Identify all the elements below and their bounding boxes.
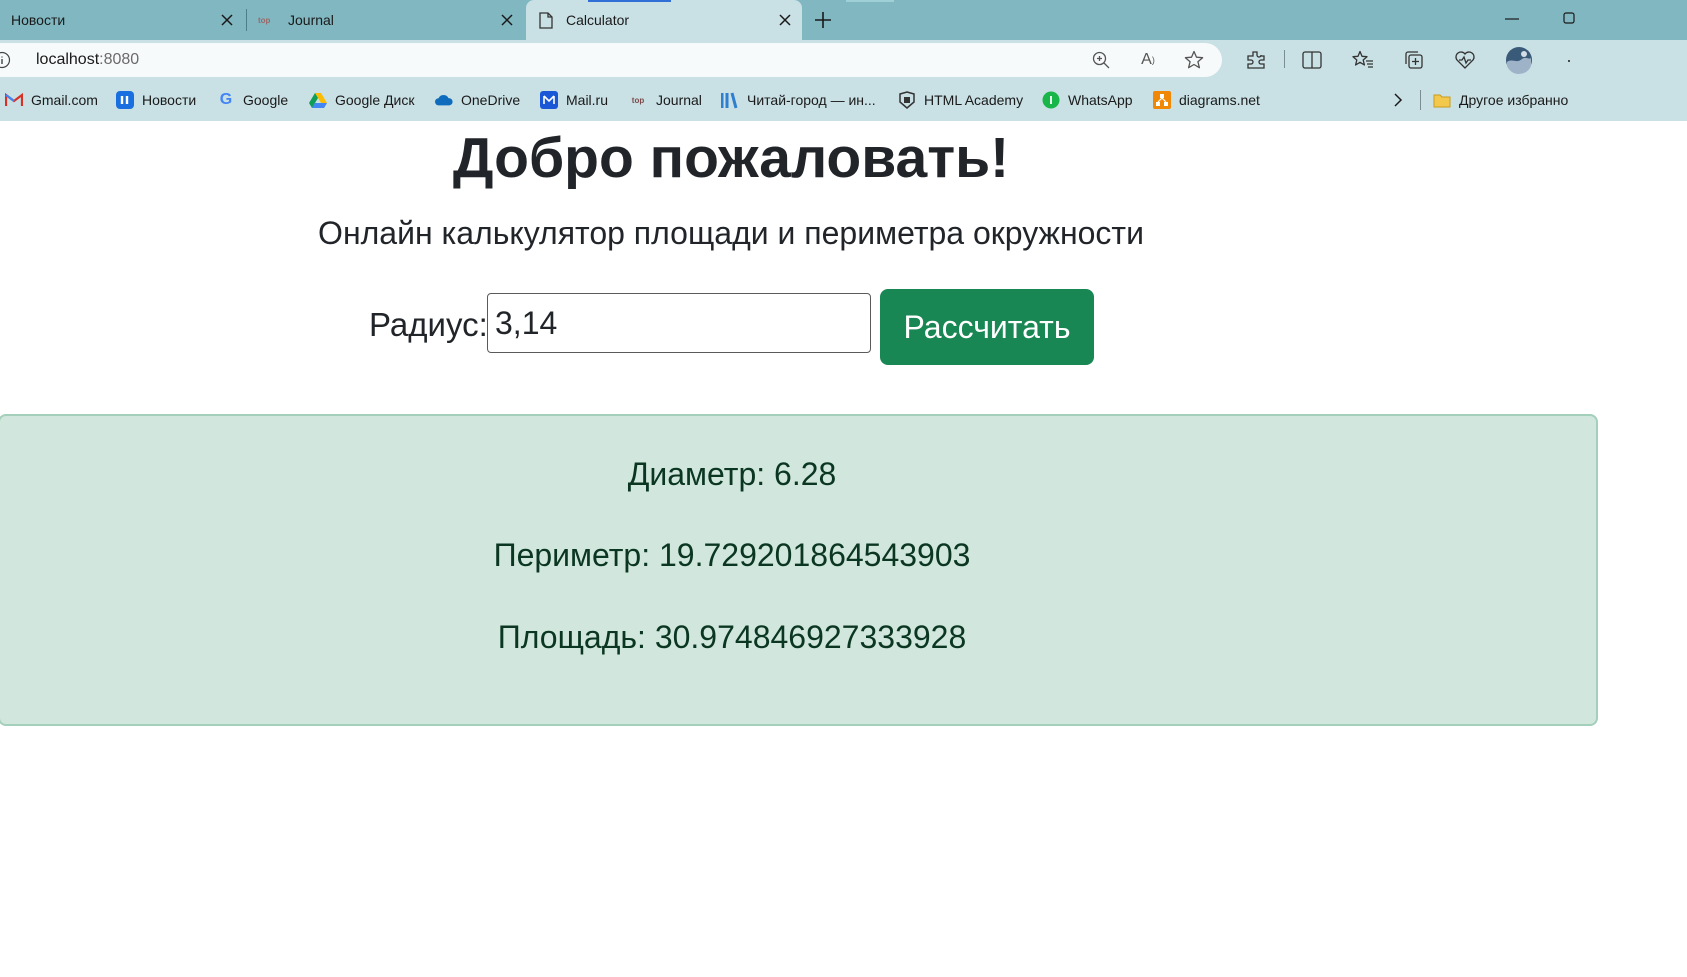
close-icon[interactable]: [216, 9, 238, 31]
toolbar-divider: [1284, 50, 1285, 68]
bookmark-html-academy[interactable]: HTML Academy: [898, 89, 1023, 111]
browser-toolbar: localhost:8080 A) ·: [0, 40, 1687, 80]
bookmark-onedrive[interactable]: OneDrive: [435, 89, 520, 111]
radius-label: Радиус:: [369, 306, 488, 343]
chitai-gorod-icon: [721, 91, 739, 109]
mailru-icon: [540, 91, 558, 109]
perimeter-result: Периметр: 19.729201864543903: [493, 537, 971, 573]
news-icon: [116, 91, 134, 109]
bookmark-other-favorites[interactable]: Другое избранно: [1433, 89, 1568, 111]
folder-icon: [1433, 91, 1451, 109]
google-icon: G: [219, 91, 233, 108]
bookmark-google[interactable]: G Google: [217, 89, 288, 111]
minimize-button[interactable]: [1498, 8, 1526, 30]
new-tab-button[interactable]: [809, 6, 837, 34]
bookmarks-overflow-chevron-icon[interactable]: [1393, 89, 1403, 111]
page-title: Добро пожаловать!: [452, 126, 1010, 190]
collections-icon[interactable]: [1399, 45, 1429, 75]
radius-input[interactable]: [487, 293, 871, 353]
close-icon[interactable]: [496, 9, 518, 31]
calculate-button[interactable]: Рассчитать: [880, 289, 1094, 365]
bookmark-google-drive[interactable]: Google Диск: [309, 89, 414, 111]
bookmark-journal[interactable]: top Journal: [628, 89, 702, 111]
favorites-icon[interactable]: [1348, 45, 1378, 75]
google-drive-icon: [309, 91, 327, 109]
bookmark-news[interactable]: Новости: [116, 89, 196, 111]
gmail-icon: [5, 91, 23, 109]
page-content: Добро пожаловать! Онлайн калькулятор пло…: [0, 121, 1687, 977]
avatar[interactable]: [1504, 45, 1534, 75]
address-text[interactable]: localhost:8080: [36, 51, 139, 69]
split-screen-icon[interactable]: [1297, 45, 1327, 75]
bookmark-mailru[interactable]: Mail.ru: [540, 89, 608, 111]
result-panel: Диаметр: 6.28 Периметр: 19.7292018645439…: [0, 414, 1598, 726]
tab-highlight: [846, 0, 894, 2]
close-icon[interactable]: [774, 9, 796, 31]
tab-separator: [246, 9, 247, 31]
extensions-icon[interactable]: [1241, 45, 1271, 75]
read-aloud-icon[interactable]: A): [1133, 45, 1163, 75]
html-academy-icon: [898, 91, 916, 109]
page-icon: [538, 11, 554, 29]
loading-indicator: [588, 0, 671, 2]
tab-strip: Новости top Journal Calculator: [0, 0, 1687, 40]
browser-essentials-icon[interactable]: [1450, 45, 1480, 75]
area-result: Площадь: 30.974846927333928: [497, 619, 967, 655]
page-subtitle: Онлайн калькулятор площади и периметра о…: [318, 215, 1144, 251]
bookmark-whatsapp[interactable]: WhatsApp: [1042, 89, 1133, 111]
bookmarks-bar: Gmail.com Новости G Google Google Диск O…: [0, 80, 1687, 121]
address-bar[interactable]: localhost:8080 A): [0, 43, 1222, 77]
bookmark-diagrams[interactable]: diagrams.net: [1153, 89, 1260, 111]
journal-icon: top: [631, 95, 645, 105]
bookmarks-divider: [1420, 90, 1421, 110]
bookmark-gmail[interactable]: Gmail.com: [5, 89, 98, 111]
tab-calculator[interactable]: Calculator: [526, 0, 802, 40]
tab-news[interactable]: Новости: [0, 0, 244, 40]
more-menu-icon[interactable]: ·: [1554, 45, 1584, 75]
maximize-button[interactable]: [1554, 8, 1582, 30]
diameter-result: Диаметр: 6.28: [627, 456, 837, 492]
bookmark-chitai-gorod[interactable]: Читай-город — ин...: [721, 89, 876, 111]
diagrams-icon: [1153, 91, 1171, 109]
whatsapp-icon: [1042, 91, 1060, 109]
onedrive-icon: [435, 91, 453, 109]
zoom-icon[interactable]: [1086, 45, 1116, 75]
journal-favicon-icon: top: [258, 15, 271, 25]
tab-journal[interactable]: top Journal: [250, 0, 522, 40]
site-info-icon[interactable]: [0, 51, 11, 74]
favorite-star-icon[interactable]: [1179, 45, 1209, 75]
